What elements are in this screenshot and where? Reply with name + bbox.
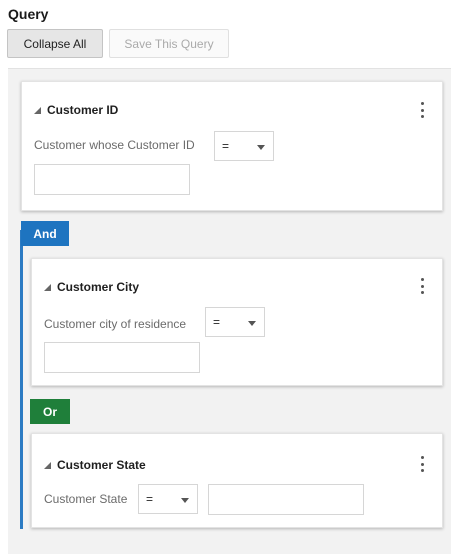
operator-select[interactable]: =: [214, 131, 274, 161]
condition-label: Customer city of residence: [44, 317, 187, 331]
collapse-triangle-icon[interactable]: [34, 106, 41, 114]
group-connector-line: [20, 230, 23, 529]
value-input[interactable]: [34, 164, 190, 195]
or-connector-tag[interactable]: Or: [30, 399, 70, 424]
condition-card-customer-id: Customer ID Customer whose Customer ID =: [21, 81, 443, 211]
page-title: Query: [8, 6, 49, 22]
collapse-triangle-icon[interactable]: [44, 461, 51, 469]
condition-title: Customer City: [57, 280, 140, 294]
kebab-menu-icon[interactable]: [420, 102, 424, 118]
operator-value: =: [213, 315, 221, 329]
collapse-triangle-icon[interactable]: [44, 283, 51, 291]
chevron-down-icon: [257, 145, 265, 150]
chevron-down-icon: [181, 498, 189, 503]
operator-value: =: [146, 492, 154, 506]
chevron-down-icon: [248, 321, 256, 326]
value-input[interactable]: [208, 484, 364, 515]
condition-label: Customer State: [44, 492, 128, 506]
kebab-menu-icon[interactable]: [420, 456, 424, 472]
condition-title: Customer State: [57, 458, 146, 472]
kebab-menu-icon[interactable]: [420, 278, 424, 294]
condition-card-customer-state: Customer State Customer State =: [31, 433, 443, 528]
operator-value: =: [222, 139, 230, 153]
collapse-all-button[interactable]: Collapse All: [7, 29, 103, 58]
and-connector-tag[interactable]: And: [21, 221, 69, 246]
value-input[interactable]: [44, 342, 200, 373]
condition-header[interactable]: Customer State: [44, 458, 146, 472]
condition-header[interactable]: Customer City: [44, 280, 139, 294]
condition-card-customer-city: Customer City Customer city of residence…: [31, 258, 443, 386]
condition-title: Customer ID: [47, 103, 119, 117]
save-query-button[interactable]: Save This Query: [109, 29, 229, 58]
condition-header[interactable]: Customer ID: [34, 103, 118, 117]
operator-select[interactable]: =: [205, 307, 265, 337]
condition-label: Customer whose Customer ID: [34, 138, 195, 152]
operator-select[interactable]: =: [138, 484, 198, 514]
